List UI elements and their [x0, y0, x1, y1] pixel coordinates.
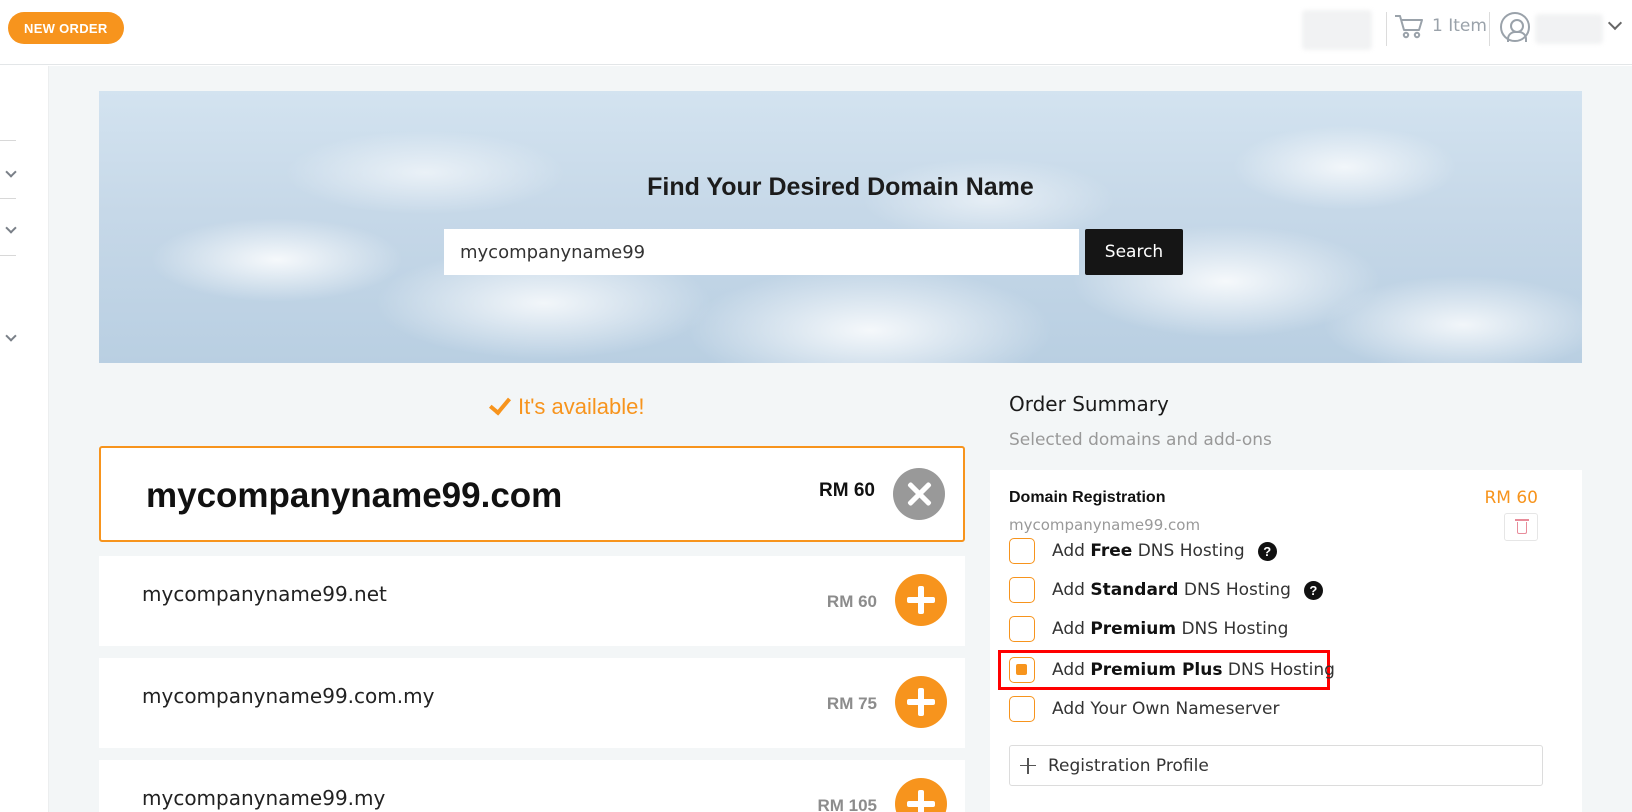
search-title: Find Your Desired Domain Name: [647, 173, 1034, 201]
new-order-button[interactable]: NEW ORDER: [8, 12, 124, 44]
option-label: Add Standard DNS Hosting: [1052, 580, 1291, 600]
domain-search-hero: Find Your Desired Domain Name Search: [99, 91, 1582, 363]
option-label: Add Premium Plus DNS Hosting: [1052, 660, 1335, 680]
addon-option-own-nameserver[interactable]: Add Your Own Nameserver: [1009, 695, 1279, 723]
add-domain-button[interactable]: [895, 676, 947, 728]
domain-name: mycompanyname99.com: [146, 476, 563, 515]
premium-plus-dns-checkbox[interactable]: [1009, 657, 1035, 683]
domain-search-input[interactable]: [444, 229, 1079, 275]
sidebar-divider: [0, 255, 16, 256]
delete-registration-button[interactable]: [1504, 513, 1538, 541]
help-icon[interactable]: ?: [1257, 541, 1277, 561]
top-bar: NEW ORDER 1 Item: [0, 0, 1632, 65]
sidebar: [0, 66, 49, 812]
free-dns-checkbox[interactable]: [1009, 538, 1035, 564]
add-domain-button[interactable]: [895, 574, 947, 626]
addon-option-premium-plus-dns[interactable]: Add Premium Plus DNS Hosting: [1009, 656, 1335, 684]
chevron-down-icon[interactable]: [5, 222, 17, 234]
user-icon[interactable]: [1500, 12, 1530, 42]
availability-status: It's available!: [488, 392, 645, 420]
trash-icon: [1515, 519, 1529, 534]
selected-domain-card: mycompanyname99.com RM 60: [99, 446, 965, 542]
remove-domain-button[interactable]: [893, 468, 945, 520]
domain-name: mycompanyname99.net: [142, 582, 387, 606]
order-summary-panel: Domain Registration RM 60 mycompanyname9…: [990, 470, 1582, 812]
help-icon[interactable]: ?: [1303, 580, 1323, 600]
sidebar-divider: [0, 140, 16, 141]
addon-option-free-dns[interactable]: Add Free DNS Hosting ?: [1009, 537, 1277, 565]
registration-domain: mycompanyname99.com: [1009, 516, 1201, 534]
order-summary-title: Order Summary: [1009, 392, 1169, 416]
registration-title: Domain Registration: [1009, 489, 1166, 506]
domain-price: RM 105: [817, 796, 877, 812]
cart-count-label: 1 Item: [1432, 16, 1487, 36]
order-summary-subtitle: Selected domains and add-ons: [1009, 430, 1272, 450]
addon-option-standard-dns[interactable]: Add Standard DNS Hosting ?: [1009, 576, 1323, 604]
domain-suggestion-card: mycompanyname99.net RM 60: [99, 556, 965, 646]
standard-dns-checkbox[interactable]: [1009, 577, 1035, 603]
cart-icon: [1395, 15, 1423, 39]
domain-suggestion-card: mycompanyname99.my RM 105: [99, 760, 965, 812]
registration-price: RM 60: [1484, 488, 1538, 508]
blurred-username: [1535, 14, 1603, 44]
domain-price: RM 60: [826, 592, 877, 611]
search-button[interactable]: Search: [1085, 229, 1183, 275]
option-label: Add Your Own Nameserver: [1052, 699, 1280, 719]
domain-name: mycompanyname99.com.my: [142, 684, 435, 708]
addon-option-premium-dns[interactable]: Add Premium DNS Hosting: [1009, 615, 1288, 643]
divider: [1386, 12, 1387, 46]
domain-suggestion-card: mycompanyname99.com.my RM 75: [99, 658, 965, 748]
chevron-down-icon[interactable]: [5, 166, 17, 178]
option-label: Add Premium DNS Hosting: [1052, 619, 1289, 639]
premium-dns-checkbox[interactable]: [1009, 616, 1035, 642]
blurred-widget: [1302, 10, 1372, 50]
registration-profile-label: Registration Profile: [1048, 755, 1209, 776]
option-label: Add Free DNS Hosting: [1052, 541, 1245, 561]
main-content: Find Your Desired Domain Name Search It'…: [49, 66, 1632, 812]
availability-label: It's available!: [518, 394, 645, 419]
domain-price: RM 75: [826, 694, 877, 713]
add-domain-button[interactable]: [895, 778, 947, 812]
domain-price: RM 60: [819, 480, 875, 501]
chevron-down-icon[interactable]: [1607, 15, 1623, 31]
domain-name: mycompanyname99.my: [142, 786, 386, 810]
chevron-down-icon[interactable]: [5, 330, 17, 342]
registration-profile-toggle[interactable]: Registration Profile: [1009, 745, 1543, 786]
divider: [1489, 12, 1490, 46]
plus-icon: [1020, 757, 1036, 774]
cart-link[interactable]: 1 Item: [1394, 13, 1487, 39]
sidebar-divider: [0, 198, 16, 199]
own-nameserver-checkbox[interactable]: [1009, 696, 1035, 722]
check-icon: [488, 392, 512, 416]
